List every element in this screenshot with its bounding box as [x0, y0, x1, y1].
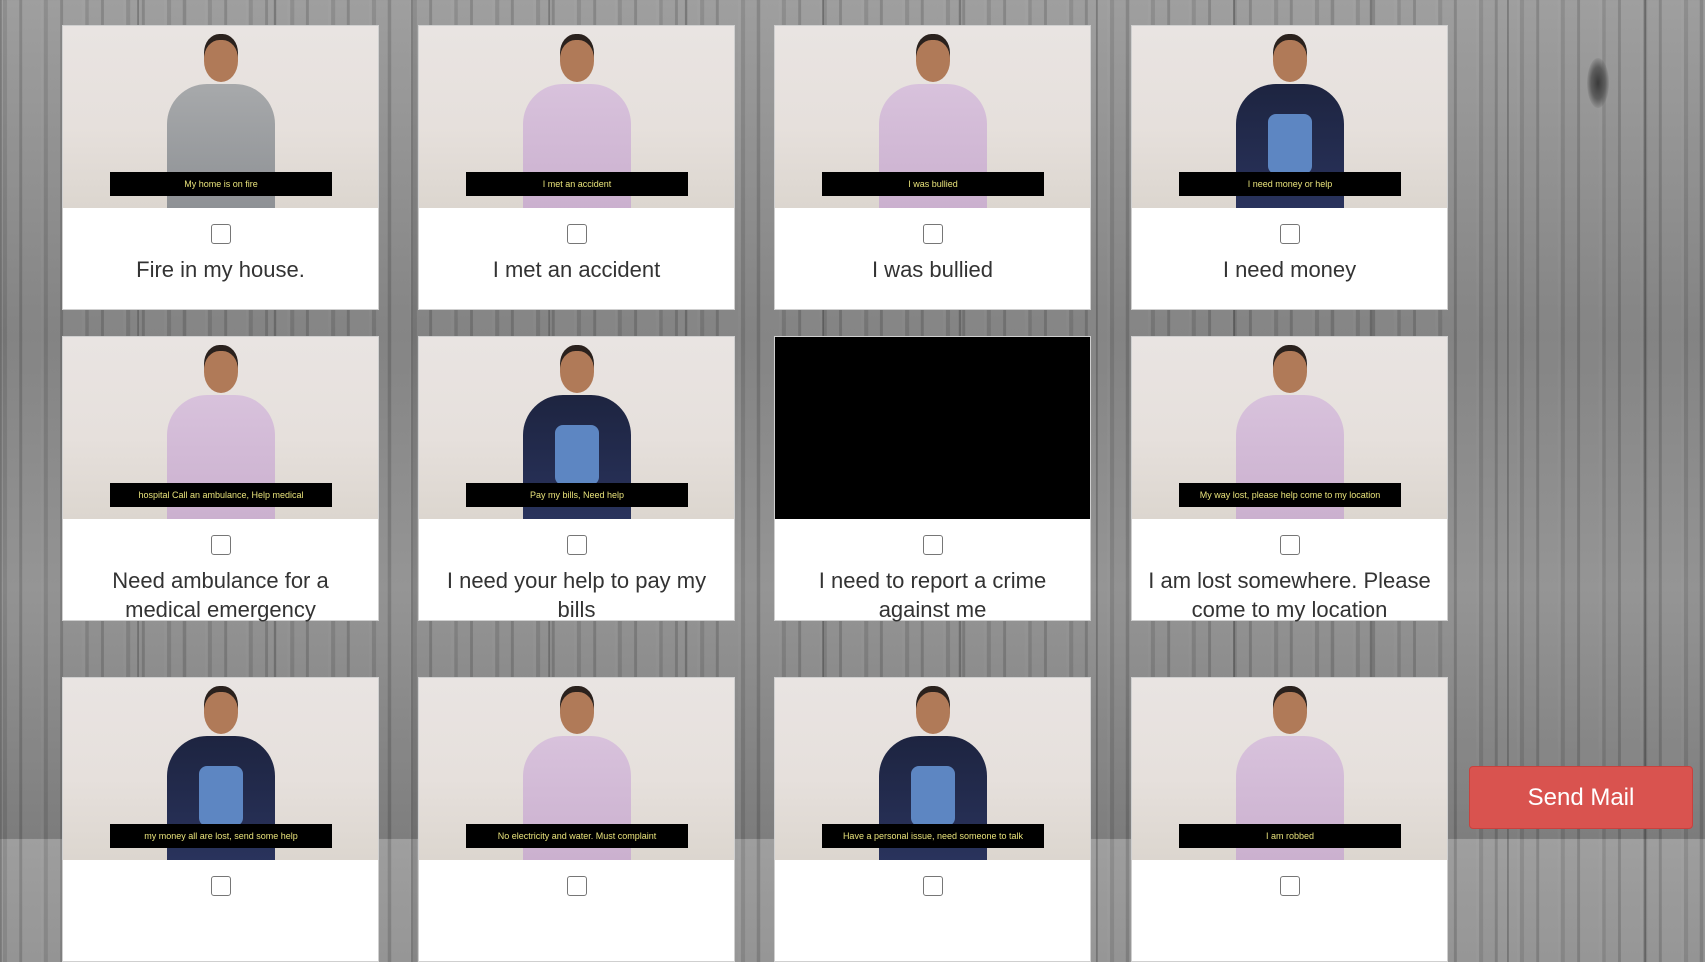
sign-video-player[interactable]: I need money or help	[1132, 26, 1447, 208]
sign-video-player[interactable]: hospital Call an ambulance, Help medical	[63, 337, 378, 519]
sign-video-card: I am robbed	[1131, 677, 1448, 962]
card-body: I was bullied	[775, 208, 1090, 284]
video-subtitle: I need money or help	[1179, 172, 1401, 196]
video-subtitle: I was bullied	[822, 172, 1044, 196]
card-body	[775, 860, 1090, 901]
video-subtitle: No electricity and water. Must complaint	[466, 824, 688, 848]
select-message-checkbox[interactable]	[1279, 535, 1300, 555]
sign-video-card: I need money or help I need money	[1131, 25, 1448, 310]
sign-video-card: My home is on fire Fire in my house.	[62, 25, 379, 310]
select-message-checkbox[interactable]	[922, 224, 943, 244]
video-card-grid: My home is on fire Fire in my house. I met…	[0, 0, 1705, 962]
sign-video-player[interactable]: Pay my bills, Need help	[419, 337, 734, 519]
sign-video-card: my money all are lost, send some help	[62, 677, 379, 962]
sign-video-player[interactable]: My way lost, please help come to my loca…	[1132, 337, 1447, 519]
video-subtitle: Have a personal issue, need someone to t…	[822, 824, 1044, 848]
sign-video-card: My way lost, please help come to my loca…	[1131, 336, 1448, 624]
message-label: Fire in my house.	[136, 257, 305, 282]
card-body: I need your help to pay my bills	[419, 519, 734, 624]
card-body: Fire in my house.	[63, 208, 378, 284]
card-body: I met an accident	[419, 208, 734, 284]
card-body: Need ambulance for a medical emergency	[63, 519, 378, 624]
sign-video-card: No electricity and water. Must complaint	[418, 677, 735, 962]
sign-video-player[interactable]: I met an accident	[419, 26, 734, 208]
card-body	[419, 860, 734, 901]
select-message-checkbox[interactable]	[566, 535, 587, 555]
video-subtitle: Pay my bills, Need help	[466, 483, 688, 507]
card-body: I am lost somewhere. Please come to my l…	[1132, 519, 1447, 624]
select-message-checkbox[interactable]	[566, 876, 587, 896]
sign-video-player[interactable]: No electricity and water. Must complaint	[419, 678, 734, 860]
sign-video-card: hospital Call an ambulance, Help medical…	[62, 336, 379, 624]
select-message-checkbox[interactable]	[1279, 224, 1300, 244]
card-body: I need to report a crime against me	[775, 519, 1090, 624]
message-label: I need money	[1222, 257, 1357, 282]
card-body: I need money	[1132, 208, 1447, 284]
message-label: I need your help to pay my bills	[446, 568, 707, 622]
select-message-checkbox[interactable]	[922, 535, 943, 555]
message-label: I was bullied	[871, 257, 994, 282]
select-message-checkbox[interactable]	[566, 224, 587, 244]
message-label: Need ambulance for a medical emergency	[112, 568, 329, 622]
sign-video-card: I was bullied I was bullied	[774, 25, 1091, 310]
message-label: I am lost somewhere. Please come to my l…	[1148, 568, 1431, 622]
sign-video-player[interactable]: I was bullied	[775, 26, 1090, 208]
video-subtitle: My way lost, please help come to my loca…	[1179, 483, 1401, 507]
video-subtitle: I met an accident	[466, 172, 688, 196]
send-mail-button[interactable]: Send Mail	[1469, 766, 1693, 829]
sign-video-player[interactable]: Have a personal issue, need someone to t…	[775, 678, 1090, 860]
message-label: I met an accident	[492, 257, 661, 282]
video-subtitle: my money all are lost, send some help	[110, 824, 332, 848]
video-subtitle: I am robbed	[1179, 824, 1401, 848]
sign-video-card: Pay my bills, Need help I need your help …	[418, 336, 735, 624]
video-subtitle: My home is on fire	[110, 172, 332, 196]
select-message-checkbox[interactable]	[210, 535, 231, 555]
sign-video-card: I need to report a crime against me	[774, 336, 1091, 624]
select-message-checkbox[interactable]	[210, 224, 231, 244]
message-label: I need to report a crime against me	[818, 568, 1047, 622]
sign-video-player[interactable]	[775, 337, 1090, 519]
select-message-checkbox[interactable]	[922, 876, 943, 896]
card-body	[1132, 860, 1447, 901]
sign-video-card: Have a personal issue, need someone to t…	[774, 677, 1091, 962]
sign-video-player[interactable]: My home is on fire	[63, 26, 378, 208]
video-subtitle: hospital Call an ambulance, Help medical	[110, 483, 332, 507]
sign-video-player[interactable]: my money all are lost, send some help	[63, 678, 378, 860]
card-body	[63, 860, 378, 901]
sign-video-card: I met an accident I met an accident	[418, 25, 735, 310]
select-message-checkbox[interactable]	[210, 876, 231, 896]
select-message-checkbox[interactable]	[1279, 876, 1300, 896]
sign-video-player[interactable]: I am robbed	[1132, 678, 1447, 860]
